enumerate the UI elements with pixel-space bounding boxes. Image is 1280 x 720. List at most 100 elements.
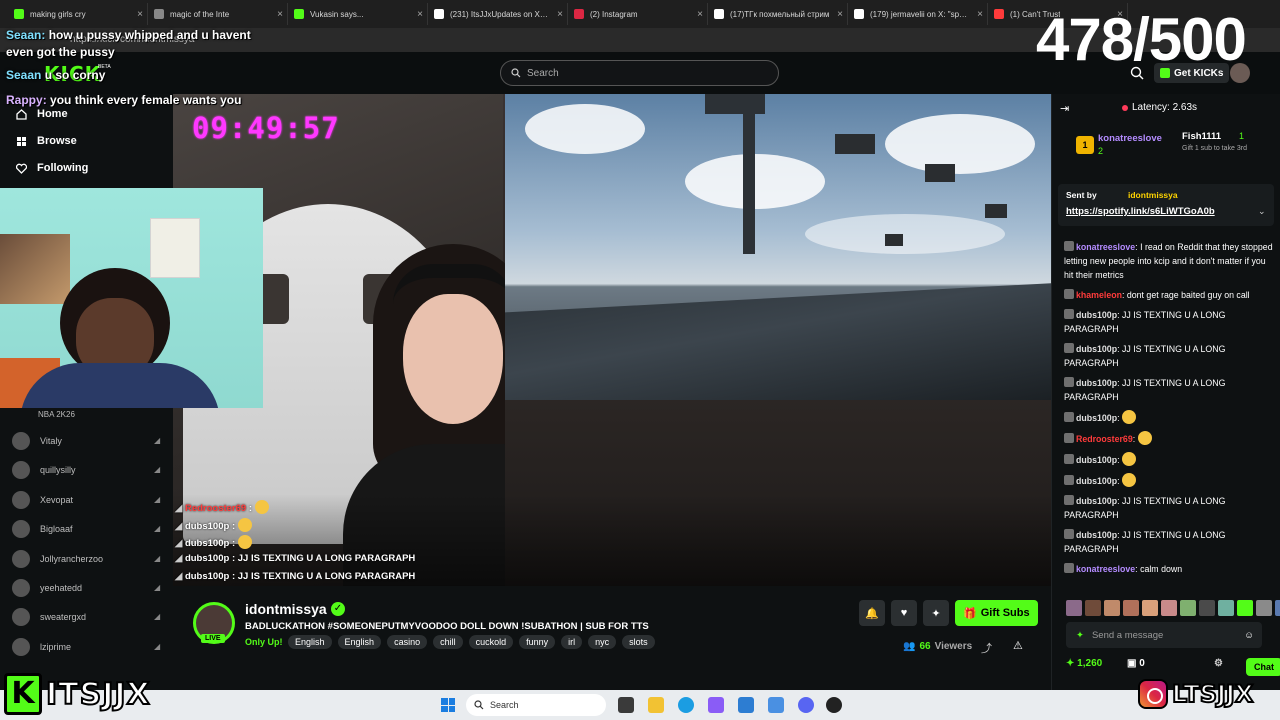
collapse-chat-icon[interactable]: ⇥ [1060,102,1069,115]
emote-icon[interactable] [1142,600,1158,616]
emote-icon[interactable] [1123,600,1139,616]
emote-icon[interactable] [1161,600,1177,616]
leader-user[interactable]: Fish1111 [1182,131,1221,142]
leader-user[interactable]: konatreeslove [1098,133,1162,144]
nav-following[interactable]: Following [16,162,88,174]
sidebar-channel[interactable]: Vitaly ◢ [12,432,164,450]
stream-tag[interactable]: cuckold [468,635,514,649]
report-icon[interactable]: ⚠ [1013,639,1023,652]
emoji-icon[interactable]: ☺ [1244,630,1254,641]
windows-start-icon[interactable] [441,698,455,712]
emote-icon[interactable] [1066,600,1082,616]
emote-icon[interactable] [1237,600,1253,616]
emote-icon[interactable] [1199,600,1215,616]
video-player[interactable] [173,94,1051,586]
share-icon[interactable]: ⤴ [981,640,992,656]
stream-category[interactable]: Only Up! [245,637,283,647]
channel-points[interactable]: 1,260 [1077,658,1102,669]
chat-username[interactable]: dubs100p [1076,455,1117,465]
notification-button[interactable]: 🔔 [859,600,885,626]
sidebar-channel[interactable]: sweatergxd ◢ [12,608,164,626]
channel-avatar [12,550,30,568]
obs-icon[interactable] [826,697,842,713]
search-bar[interactable]: Search [500,60,779,86]
browser-tab[interactable]: (17)ТГк похмельный стрим × [708,3,848,25]
chat-username[interactable]: konatreeslove [1076,242,1135,252]
viewers-label: Viewers [934,641,973,652]
browser-tab[interactable]: making girls cry × [8,3,148,25]
close-icon[interactable]: × [977,9,983,20]
close-icon[interactable]: × [557,9,563,20]
follow-button[interactable]: ♥ [891,600,917,626]
chat-username[interactable]: dubs100p [1076,344,1117,354]
chat-input[interactable]: ✦ Send a message ☺ [1066,622,1262,648]
sidebar-channel[interactable]: Jollyrancherzoo ◢ [12,550,164,568]
overlay-chat-user: Seaan [6,28,42,42]
browser-tab[interactable]: (231) ItsJJxUpdates on X: "Fa × [428,3,568,25]
stream-tag[interactable]: slots [622,635,655,649]
photos-icon[interactable] [768,697,784,713]
chat-username[interactable]: dubs100p [1076,530,1117,540]
chat-username[interactable]: dubs100p [1076,310,1117,320]
gift-subs-button[interactable]: 🎁 Gift Subs [955,600,1038,626]
chat-send-button[interactable]: Chat [1246,658,1280,676]
instagram-name: LTSJJX [1171,679,1254,709]
stream-tag[interactable]: irl [561,635,583,649]
browser-tab[interactable]: (2) Instagram × [568,3,708,25]
sidebar-channel[interactable]: Bigloaaf ◢ [12,520,164,538]
settings-icon[interactable]: ⚙ [1214,658,1223,669]
emote-icon[interactable] [1180,600,1196,616]
nav-browse[interactable]: Browse [16,135,77,147]
emote-icon[interactable] [1256,600,1272,616]
tab-favicon-icon [434,9,444,19]
clip-button[interactable]: ✦ [923,600,949,626]
channel-name[interactable]: idontmissya [245,601,327,617]
app-icon[interactable] [708,697,724,713]
emote-icon[interactable] [1085,600,1101,616]
close-icon[interactable]: × [837,9,843,20]
chat-username[interactable]: konatreeslove [1076,564,1135,574]
sidebar-channel[interactable]: yeehatedd ◢ [12,579,164,597]
gift-subs-label: Gift Subs [980,607,1030,619]
sidebar-channel[interactable]: quillysilly ◢ [12,461,164,479]
chat-username[interactable]: dubs100p [1076,378,1117,388]
chat-message: dubs100p: JJ IS TEXTING U A LONG PARAGRA… [1064,529,1226,554]
sidebar-channel[interactable]: lziprime ◢ [12,638,164,656]
stream-tag[interactable]: English [288,635,332,649]
chat-username[interactable]: Redrooster69 [1076,434,1133,444]
chat-username[interactable]: dubs100p [1076,413,1117,423]
taskbar-search[interactable]: Search [466,694,606,716]
status-dot [1122,104,1128,111]
chat-username[interactable]: dubs100p [1076,496,1117,506]
stream-tag[interactable]: casino [387,635,428,649]
emote-icon[interactable] [1275,600,1280,616]
chat-username[interactable]: dubs100p [1076,476,1117,486]
streamer-logo: K ITSJJX [4,672,151,716]
edge-icon[interactable] [678,697,694,713]
task-view-icon[interactable] [618,697,634,713]
close-icon[interactable]: × [697,9,703,20]
stream-tag[interactable]: English [337,635,382,649]
close-icon[interactable]: × [277,9,283,20]
brand-name: ITSJJX [45,676,151,713]
close-icon[interactable]: × [137,9,143,20]
file-explorer-icon[interactable] [648,697,664,713]
stream-tag[interactable]: nyc [588,635,617,649]
stream-tag[interactable]: funny [519,635,556,649]
discord-icon[interactable] [798,697,814,713]
emote-icon[interactable] [1104,600,1120,616]
stream-tag[interactable]: chill [433,635,463,649]
emote-icon [237,518,252,532]
pinned-user[interactable]: idontmissya [1128,190,1178,200]
chat-username[interactable]: khameleon [1076,290,1122,300]
sidebar-channel[interactable]: Xevopat ◢ [12,491,164,509]
browser-tab[interactable]: (179) jermavelii on X: "space × [848,3,988,25]
browser-tab[interactable]: Vukasin says... × [288,3,428,25]
browser-tab[interactable]: magic of the Inte × [148,3,288,25]
pinned-link[interactable]: https://spotify.link/s6LiWTGoA0b [1066,206,1215,217]
nav-home[interactable]: Home [16,108,68,120]
chevron-down-icon[interactable]: ⌄ [1258,206,1266,217]
close-icon[interactable]: × [417,9,423,20]
emote-icon[interactable] [1218,600,1234,616]
store-icon[interactable] [738,697,754,713]
